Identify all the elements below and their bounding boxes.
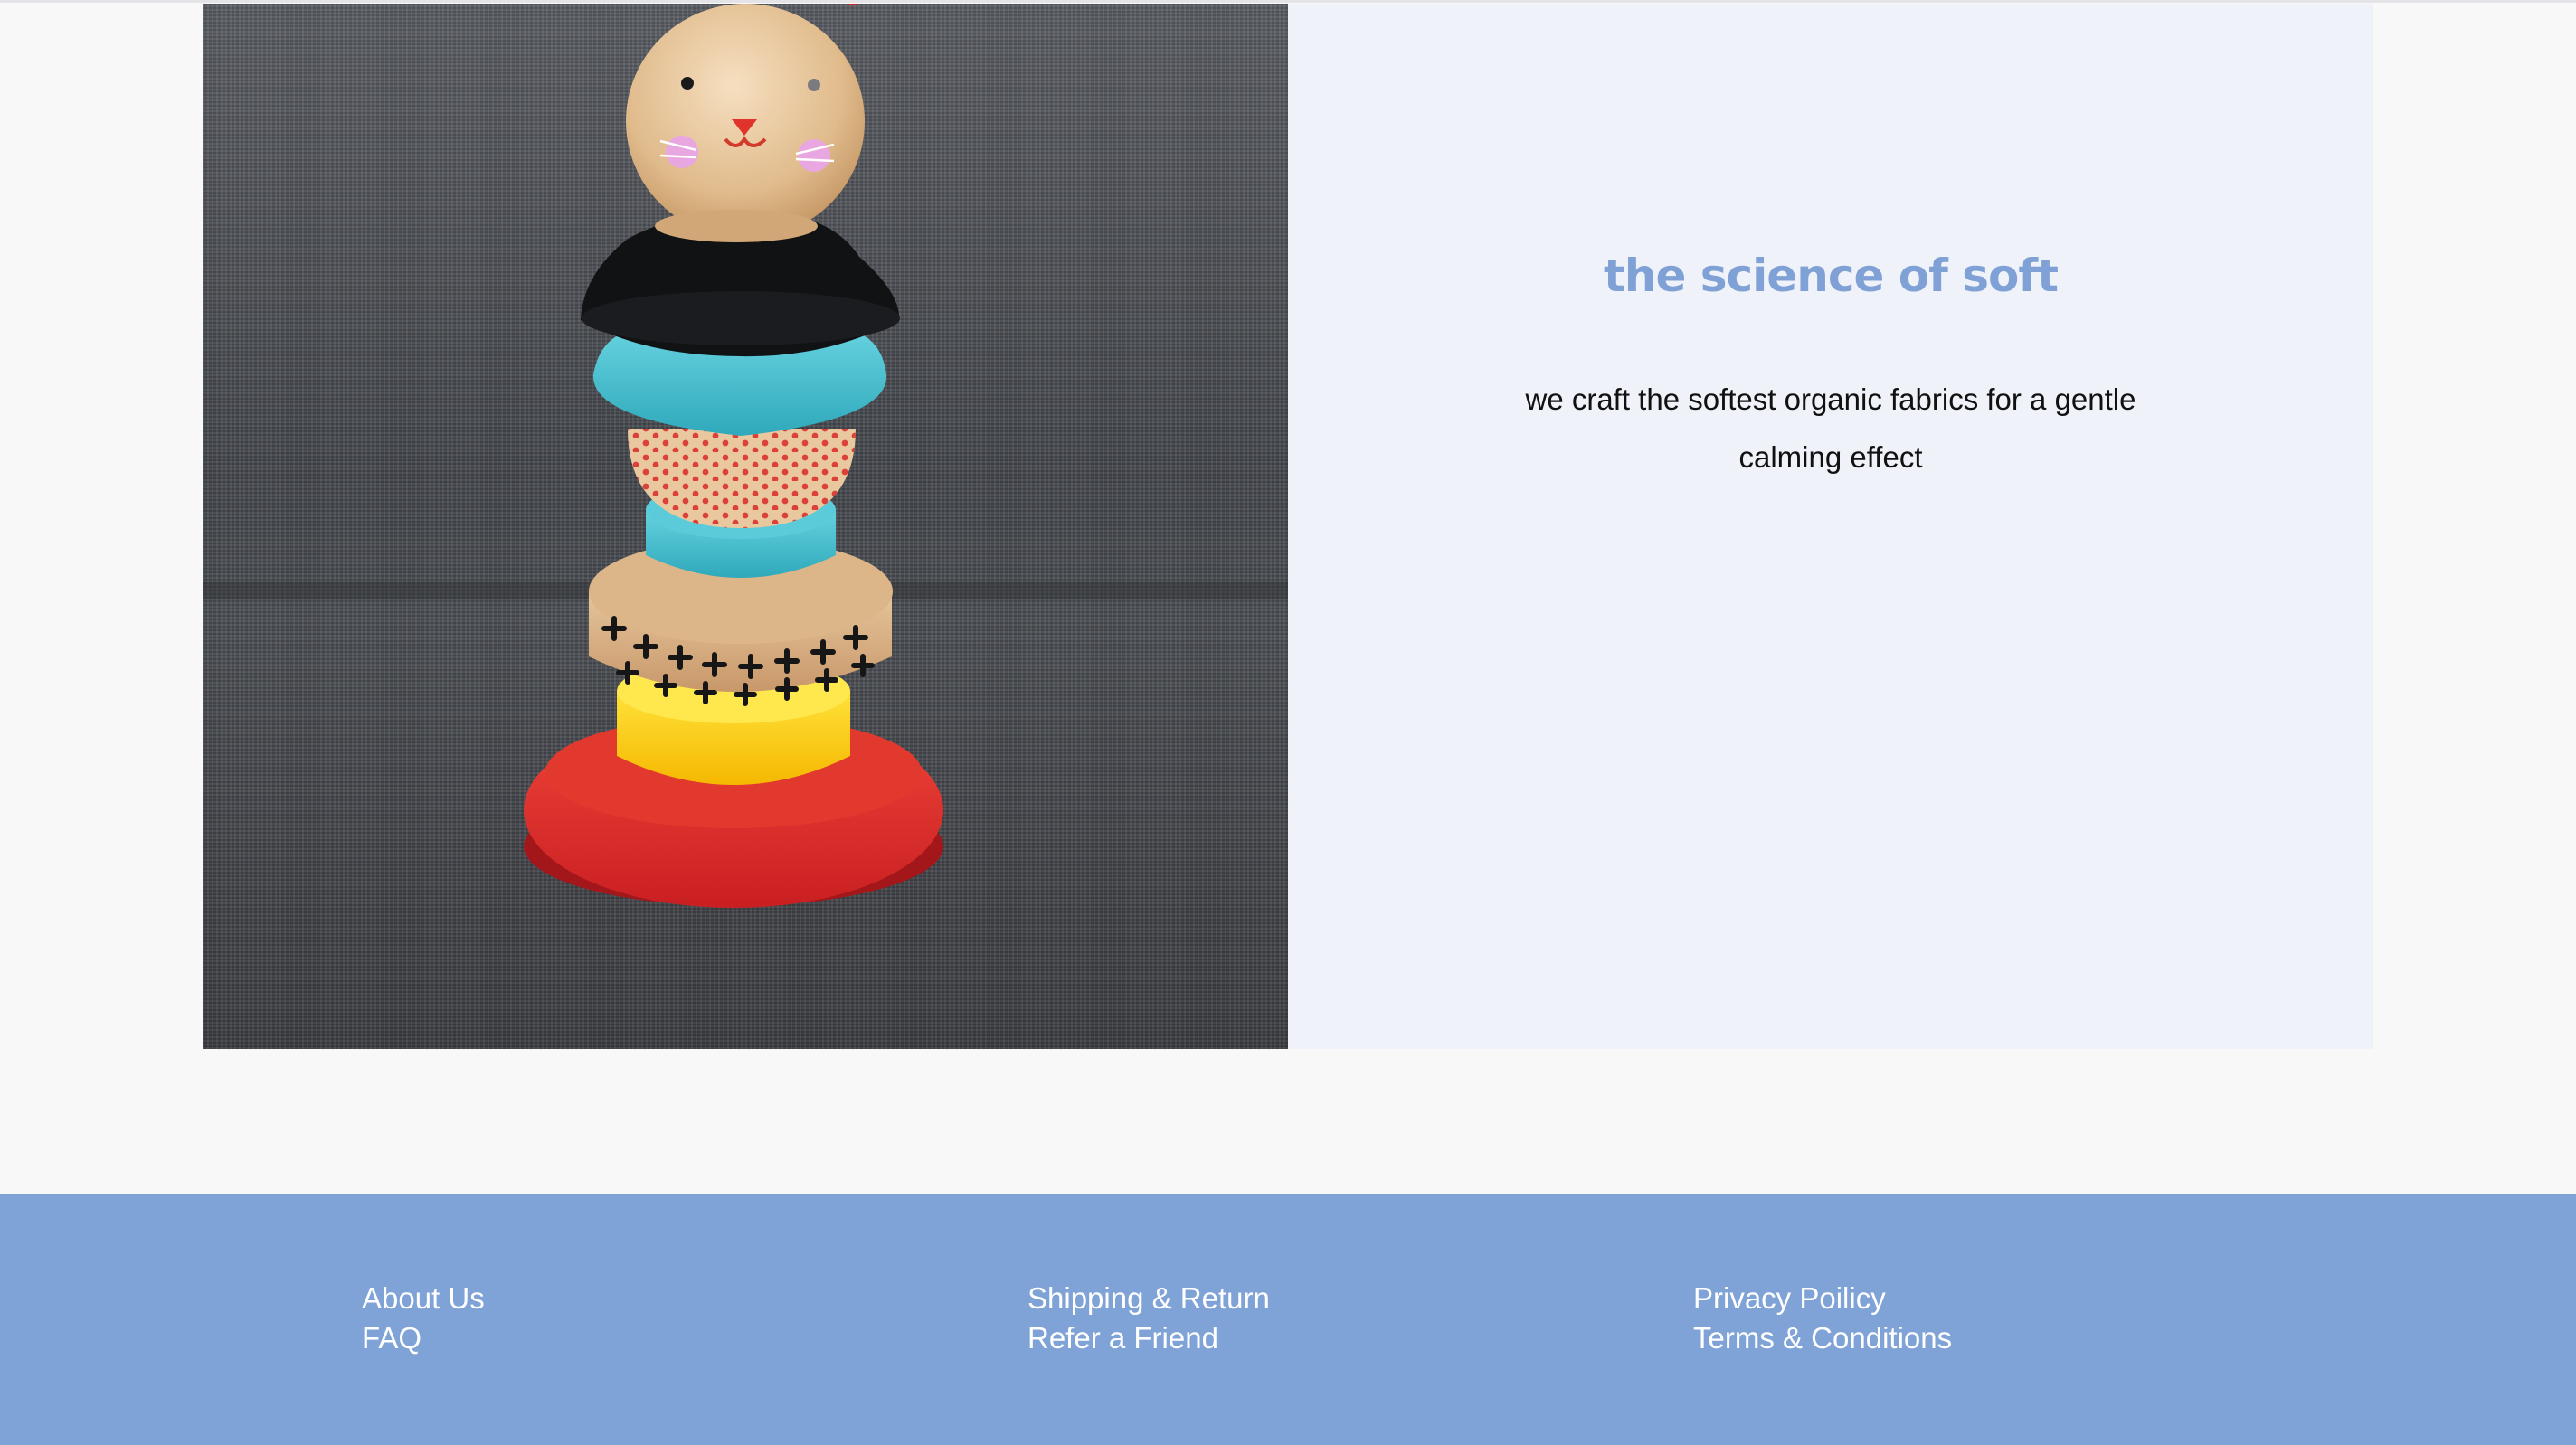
- site-footer: About Us FAQ Shipping & Return Refer a F…: [0, 1194, 2576, 1445]
- stacking-toy-illustration: [203, 4, 1288, 908]
- footer-link-privacy-policy[interactable]: Privacy Poilicy: [1693, 1279, 1952, 1318]
- footer-link-refer-a-friend[interactable]: Refer a Friend: [1028, 1318, 1270, 1358]
- feature-text-panel: the science of soft we craft the softest…: [1288, 4, 2373, 1049]
- feature-headline: the science of soft: [1603, 250, 2059, 302]
- feature-section: the science of soft we craft the softest…: [203, 4, 2373, 1049]
- footer-column-1: About Us FAQ: [362, 1279, 485, 1358]
- footer-link-faq[interactable]: FAQ: [362, 1318, 485, 1358]
- footer-column-2: Shipping & Return Refer a Friend: [1028, 1279, 1270, 1358]
- footer-link-about-us[interactable]: About Us: [362, 1279, 485, 1318]
- top-divider: [0, 0, 2576, 3]
- footer-link-shipping-return[interactable]: Shipping & Return: [1028, 1279, 1270, 1318]
- feature-description: we craft the softest organic fabrics for…: [1525, 382, 2136, 474]
- footer-column-3: Privacy Poilicy Terms & Conditions: [1693, 1279, 1952, 1358]
- footer-link-terms-conditions[interactable]: Terms & Conditions: [1693, 1318, 1952, 1358]
- feature-image: [203, 4, 1288, 1049]
